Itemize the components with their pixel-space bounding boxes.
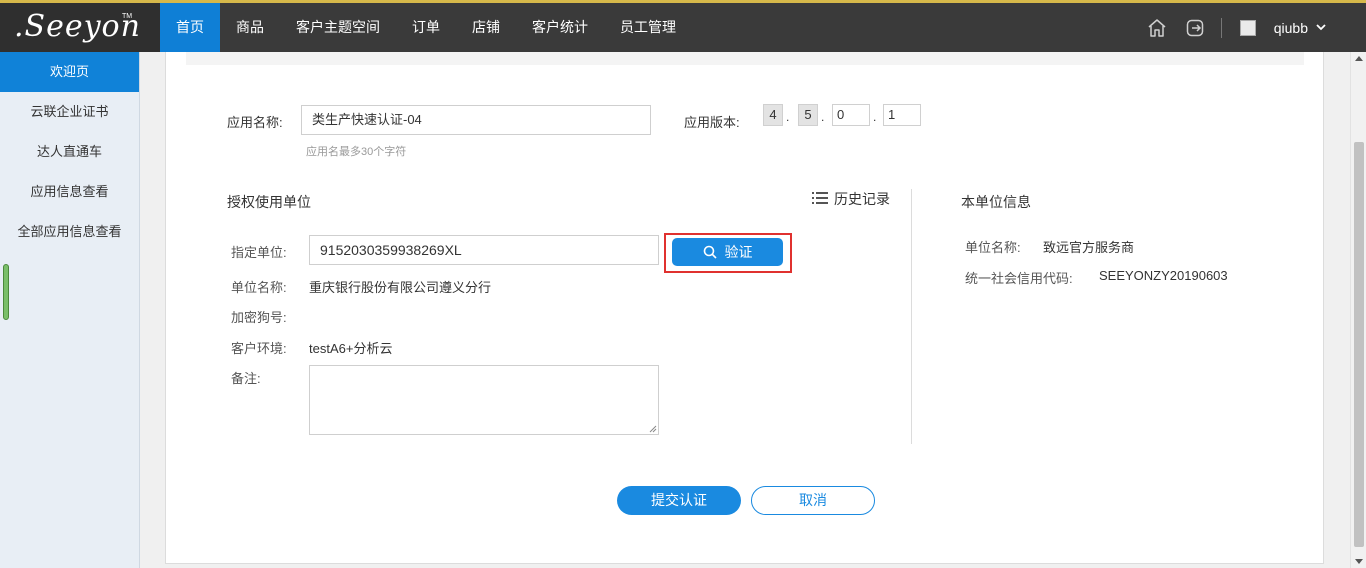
designated-unit-label: 指定单位: (231, 245, 287, 260)
nav-customer-space[interactable]: 客户主题空间 (280, 3, 396, 52)
remark-textarea[interactable] (309, 365, 659, 435)
own-unit-name-label: 单位名称: (965, 240, 1021, 255)
nav-products[interactable]: 商品 (220, 3, 280, 52)
own-unit-title: 本单位信息 (961, 194, 1031, 210)
scroll-down-arrow-icon[interactable] (1355, 559, 1363, 564)
authorized-unit-title: 授权使用单位 (227, 194, 311, 210)
top-bar: .Seeyon TM 首页 商品 客户主题空间 订单 店铺 客户统计 员工管理 … (0, 0, 1366, 52)
nav-staff-management[interactable]: 员工管理 (604, 3, 692, 52)
customer-env-value: testA6+分析云 (309, 341, 393, 356)
version-dot: . (873, 110, 877, 124)
username[interactable]: qiubb (1274, 20, 1308, 36)
credit-code-value: SEEYONZY20190603 (1099, 268, 1228, 283)
app-name-hint: 应用名最多30个字符 (306, 146, 407, 158)
version-major: 4 (763, 104, 783, 126)
version-patch-input[interactable]: 0 (832, 104, 870, 126)
list-icon (812, 191, 828, 208)
sidebar-item-all-app-info[interactable]: 全部应用信息查看 (0, 212, 139, 252)
card-top-strip (186, 52, 1304, 65)
scroll-thumb[interactable] (1354, 142, 1364, 547)
nav-home[interactable]: 首页 (160, 3, 220, 52)
top-right-actions: qiubb (1145, 3, 1366, 52)
app-name-label: 应用名称: (227, 115, 283, 130)
scroll-up-arrow-icon[interactable] (1355, 56, 1363, 61)
sidebar-item-app-info[interactable]: 应用信息查看 (0, 172, 139, 212)
own-unit-name-value: 致远官方服务商 (1043, 240, 1135, 255)
form-card: 应用名称: 类生产快速认证-04 应用名最多30个字符 应用版本: 4 . 5 … (165, 52, 1324, 564)
main-nav: 首页 商品 客户主题空间 订单 店铺 客户统计 员工管理 (160, 3, 692, 52)
app-version-label: 应用版本: (684, 115, 740, 130)
avatar-image[interactable] (1239, 19, 1256, 36)
cancel-button[interactable]: 取消 (751, 486, 875, 515)
section-divider (911, 189, 912, 444)
version-dot: . (821, 110, 825, 124)
version-build-input[interactable]: 1 (883, 104, 921, 126)
version-dot: . (786, 110, 790, 124)
logout-icon[interactable] (1183, 16, 1207, 40)
nav-orders[interactable]: 订单 (396, 3, 456, 52)
main-content: 应用名称: 类生产快速认证-04 应用名最多30个字符 应用版本: 4 . 5 … (140, 52, 1350, 568)
sidebar-item-welcome[interactable]: 欢迎页 (0, 52, 139, 92)
version-minor: 5 (798, 104, 818, 126)
dongle-number-label: 加密狗号: (231, 310, 287, 325)
nav-stores[interactable]: 店铺 (456, 3, 516, 52)
top-separator (1220, 17, 1222, 38)
search-icon (703, 245, 717, 259)
home-icon[interactable] (1145, 16, 1169, 40)
sidebar-item-enterprise-cert[interactable]: 云联企业证书 (0, 92, 139, 132)
resize-grip-icon[interactable] (649, 425, 657, 433)
remark-label: 备注: (231, 371, 261, 386)
history-link[interactable]: 历史记录 (812, 189, 890, 209)
chevron-down-icon[interactable] (1316, 20, 1326, 35)
history-label: 历史记录 (834, 191, 890, 207)
unit-name-label: 单位名称: (231, 280, 287, 295)
submit-verification-button[interactable]: 提交认证 (617, 486, 741, 515)
sidebar-resize-handle[interactable] (3, 264, 9, 320)
unit-name-value: 重庆银行股份有限公司遵义分行 (309, 280, 492, 295)
sidebar: 欢迎页 云联企业证书 达人直通车 应用信息查看 全部应用信息查看 (0, 52, 140, 568)
nav-customer-stats[interactable]: 客户统计 (516, 3, 604, 52)
designated-unit-input[interactable]: 9152030359938269XL (309, 235, 659, 265)
verify-button[interactable]: 验证 (672, 238, 783, 266)
seeyon-logo[interactable]: .Seeyon TM (0, 3, 160, 52)
page-scrollbar[interactable] (1350, 52, 1366, 568)
sidebar-item-expert-express[interactable]: 达人直通车 (0, 132, 139, 172)
verify-button-label: 验证 (724, 244, 753, 260)
credit-code-label: 统一社会信用代码: (965, 271, 1073, 286)
logo-trademark: TM (122, 13, 133, 20)
app-name-input[interactable]: 类生产快速认证-04 (301, 105, 651, 135)
customer-env-label: 客户环境: (231, 341, 287, 356)
